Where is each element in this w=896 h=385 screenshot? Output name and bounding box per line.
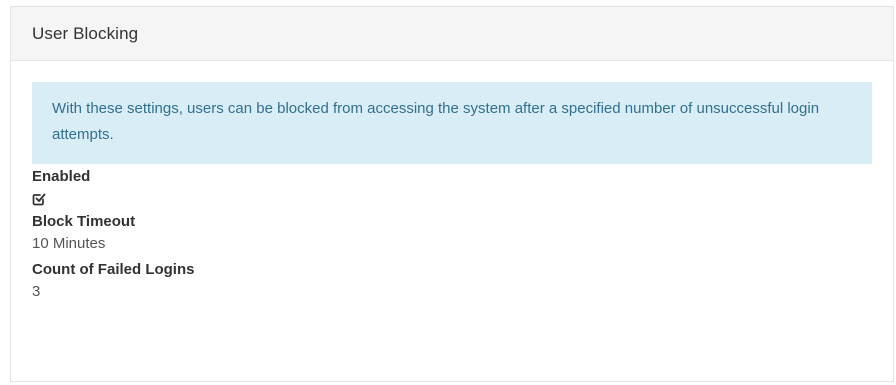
enabled-value bbox=[32, 188, 872, 207]
info-alert: With these settings, users can be blocke… bbox=[32, 82, 872, 164]
panel-title: User Blocking bbox=[32, 23, 139, 43]
block-timeout-label: Block Timeout bbox=[32, 213, 136, 230]
panel-header: User Blocking bbox=[11, 7, 893, 61]
failed-logins-value: 3 bbox=[32, 283, 41, 300]
enabled-label: Enabled bbox=[32, 168, 91, 185]
panel-body: With these settings, users can be blocke… bbox=[11, 82, 893, 303]
user-blocking-panel: User Blocking With these settings, users… bbox=[10, 6, 894, 382]
failed-logins-label: Count of Failed Logins bbox=[32, 261, 195, 278]
block-timeout-value: 10 Minutes bbox=[32, 235, 106, 252]
checked-checkbox-icon bbox=[32, 193, 46, 206]
